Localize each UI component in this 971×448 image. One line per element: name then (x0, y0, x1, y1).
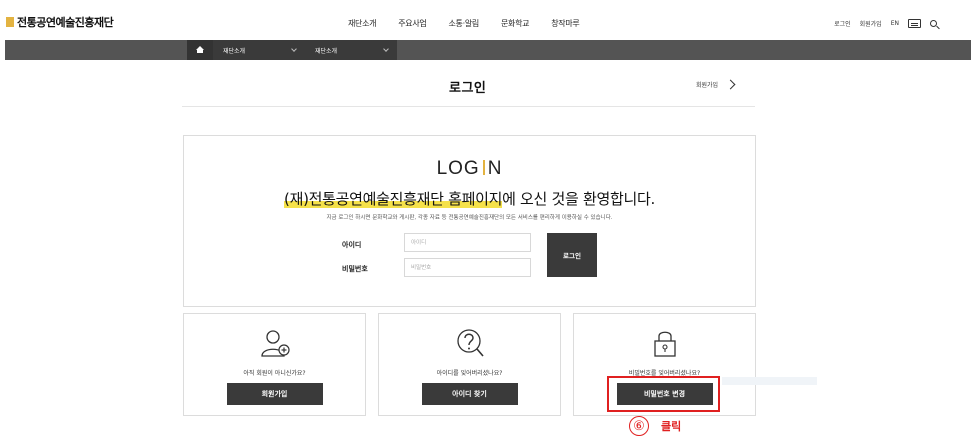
id-input[interactable] (404, 233, 531, 252)
join-button[interactable]: 회원가입 (226, 383, 323, 405)
utility-links: 로그인 회원가입 EN (834, 19, 937, 28)
title-divider (182, 106, 755, 107)
nav-item-news[interactable]: 소통·알림 (449, 18, 480, 29)
home-button[interactable] (187, 40, 213, 60)
location-dropdown-1[interactable]: 재단소개 (213, 40, 305, 60)
step-annotation: ⑥ 클릭 (629, 416, 681, 436)
user-plus-icon (260, 330, 290, 357)
login-heading-bar (482, 160, 485, 175)
util-join-link[interactable]: 회원가입 (860, 19, 882, 28)
home-icon (196, 46, 204, 53)
login-description: 지금 로그인 하시면 문화학교와 게시판, 각종 자료 등 전통공연예술진흥재단… (326, 215, 613, 221)
nav-item-business[interactable]: 주요사업 (398, 18, 427, 29)
step-number: ⑥ (629, 416, 649, 436)
site-logo[interactable]: 전통공연예술진흥재단 (6, 14, 114, 30)
login-heading-right: N (487, 158, 503, 179)
location-label-1: 재단소개 (223, 47, 246, 55)
question-icon (456, 329, 484, 357)
join-link-label: 회원가입 (696, 82, 719, 89)
login-heading: LOG N (184, 158, 755, 180)
step-text: 클릭 (661, 420, 682, 433)
option-find-id: 아이디를 잊어버리셨나요? 아이디 찾기 (378, 313, 561, 416)
util-lang-link[interactable]: EN (891, 20, 899, 27)
welcome-message: (재)전통공연예술진흥재단 홈페이지에 오신 것을 환영합니다. (184, 188, 755, 209)
password-input[interactable] (404, 258, 531, 277)
find-id-button[interactable]: 아이디 찾기 (421, 383, 518, 405)
chevron-down-icon (291, 46, 297, 52)
page-title: 로그인 (449, 81, 487, 96)
location-label-2: 재단소개 (315, 47, 338, 55)
option-find-id-question: 아이디를 잊어버리셨나요? (436, 370, 503, 377)
highlight-box (607, 376, 720, 412)
option-join-question: 아직 회원이 아니신가요? (243, 370, 306, 377)
logo-mark-icon (6, 17, 14, 27)
chevron-right-icon (725, 79, 736, 90)
nav-item-school[interactable]: 문화학교 (501, 18, 530, 29)
main-nav: 재단소개 주요사업 소통·알림 문화학교 창작마루 (348, 18, 601, 29)
util-login-link[interactable]: 로그인 (834, 19, 851, 28)
location-bar: 재단소개 재단소개 (5, 40, 971, 60)
logo-text: 전통공연예술진흥재단 (17, 16, 114, 29)
password-label: 비밀번호 (342, 265, 368, 273)
nav-item-creation[interactable]: 창작마루 (551, 18, 580, 29)
nav-item-foundation[interactable]: 재단소개 (348, 18, 377, 29)
login-heading-left: LOG (436, 158, 480, 179)
login-button[interactable]: 로그인 (547, 233, 597, 277)
login-panel: LOG N (재)전통공연예술진흥재단 홈페이지에 오신 것을 환영합니다. 지금… (183, 135, 756, 307)
location-dropdown-2[interactable]: 재단소개 (305, 40, 397, 60)
id-label: 아이디 (342, 241, 362, 249)
welcome-rest: 에 오신 것을 환영합니다. (502, 190, 655, 208)
faint-overlay-bar (722, 377, 817, 385)
keyboard-icon[interactable] (908, 19, 921, 28)
join-link[interactable]: 회원가입 (696, 79, 736, 90)
site-header: 전통공연예술진흥재단 재단소개 주요사업 소통·알림 문화학교 창작마루 로그인… (0, 0, 971, 40)
welcome-highlight: (재)전통공연예술진흥재단 홈페이지 (284, 190, 503, 208)
lock-icon (653, 331, 676, 357)
chevron-down-icon (383, 46, 389, 52)
option-join: 아직 회원이 아니신가요? 회원가입 (183, 313, 366, 416)
search-icon[interactable] (930, 20, 937, 27)
